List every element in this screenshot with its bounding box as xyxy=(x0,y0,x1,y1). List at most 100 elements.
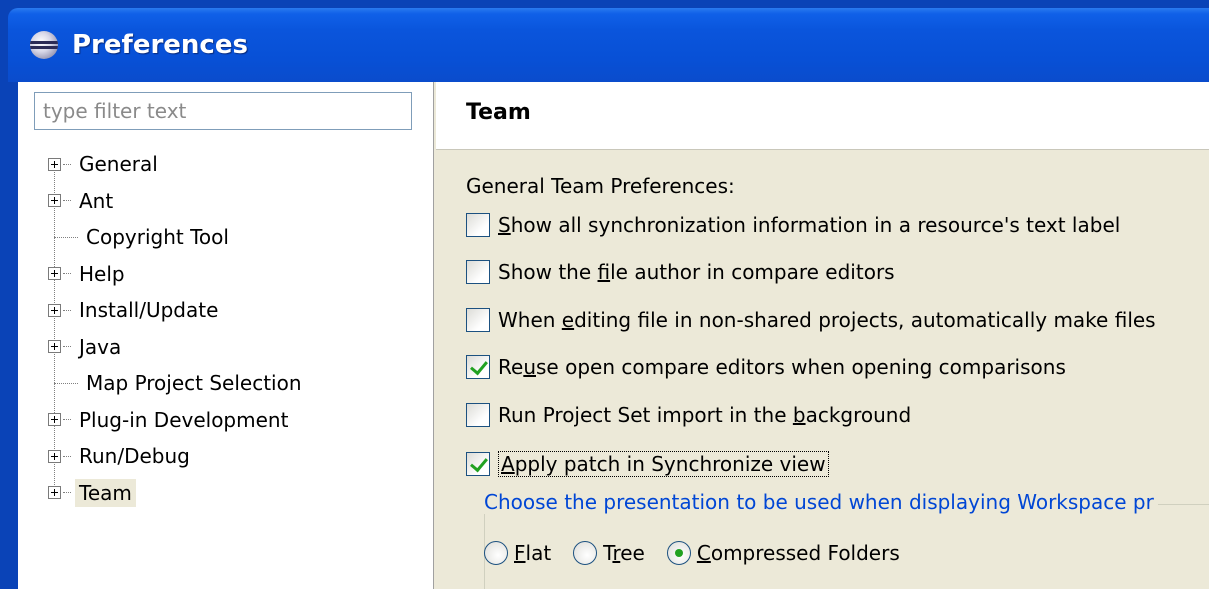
expand-plus-icon[interactable] xyxy=(48,449,61,463)
radio-label-part: C xyxy=(696,541,711,565)
tree-item-label: Install/Update xyxy=(79,298,219,323)
option-label-part: how all synchronization information in a… xyxy=(510,213,1121,237)
tree-item-label: Map Project Selection xyxy=(86,371,302,396)
expand-plus-icon[interactable] xyxy=(48,194,61,208)
tree-connector xyxy=(54,382,78,384)
radio-label: Compressed Folders xyxy=(697,541,900,565)
presentation-group-legend: Choose the presentation to be used when … xyxy=(480,490,1158,514)
page-title: Team xyxy=(466,100,531,125)
tree-connector xyxy=(63,163,71,165)
preference-tree: General Ant Copyright Tool Help Install/Upda… xyxy=(48,146,428,511)
expand-plus-icon[interactable] xyxy=(48,413,61,427)
tree-item-label: Run/Debug xyxy=(79,444,190,469)
title-bar[interactable]: Preferences xyxy=(8,8,1209,82)
window-title: Preferences xyxy=(72,30,248,60)
preference-tree-panel: General Ant Copyright Tool Help Install/Upda… xyxy=(18,82,434,589)
expand-plus-icon[interactable] xyxy=(48,486,61,500)
section-label: General Team Preferences: xyxy=(466,174,735,198)
tree-item-label: Copyright Tool xyxy=(86,225,229,250)
option-checkbox-row[interactable]: When editing file in non-shared projects… xyxy=(466,305,1156,335)
radio-label-part: F xyxy=(514,541,526,565)
preference-page: Team General Team Preferences: Show all … xyxy=(436,82,1209,589)
option-label-part: S xyxy=(498,213,511,237)
option-label-part: When xyxy=(498,308,562,332)
tree-item[interactable]: Help xyxy=(48,256,428,293)
page-header: Team xyxy=(436,82,1209,150)
expand-plus-icon[interactable] xyxy=(48,303,61,317)
tree-item[interactable]: Java xyxy=(48,329,428,366)
dialog-client-area: General Ant Copyright Tool Help Install/Upda… xyxy=(18,82,1209,589)
tree-item-label: Java xyxy=(79,334,122,359)
presentation-radio[interactable]: Flat xyxy=(484,541,551,565)
option-label: Apply patch in Synchronize view xyxy=(498,451,829,477)
tree-item[interactable]: Install/Update xyxy=(48,292,428,329)
expand-plus-icon[interactable] xyxy=(48,340,61,354)
option-label-part: pply patch in Synchronize view xyxy=(514,452,826,476)
radio-selected[interactable] xyxy=(666,541,691,565)
radio-label-part: ompressed Folders xyxy=(710,541,900,565)
option-label-part: f xyxy=(597,260,611,284)
option-label: Show all synchronization information in … xyxy=(498,213,1120,237)
tree-item-label: Help xyxy=(79,261,125,286)
radio-label-part: ee xyxy=(620,541,645,565)
tree-item[interactable]: Run/Debug xyxy=(48,438,428,475)
tree-item-label: Plug-in Development xyxy=(79,407,289,432)
tree-item-label: General xyxy=(79,152,158,177)
radio-unselected[interactable] xyxy=(484,541,508,565)
tree-item[interactable]: Ant xyxy=(48,183,428,220)
tree-item[interactable]: Map Project Selection xyxy=(48,365,428,402)
tree-connector xyxy=(63,200,71,202)
option-checkbox-row[interactable]: Apply patch in Synchronize view xyxy=(466,449,829,479)
option-label-part: u xyxy=(523,355,536,379)
tree-connector xyxy=(63,309,71,311)
radio-unselected[interactable] xyxy=(573,541,598,565)
option-checkbox-row[interactable]: Show the file author in compare editors xyxy=(466,257,895,287)
tree-connector xyxy=(63,492,71,494)
option-label-part: Re xyxy=(498,355,524,379)
checkbox-unchecked[interactable] xyxy=(466,308,490,332)
option-label: Run Project Set import in the background xyxy=(498,403,911,427)
option-checkbox-row[interactable]: Show all synchronization information in … xyxy=(466,210,1120,240)
option-label: Reuse open compare editors when opening … xyxy=(498,355,1066,379)
option-label-part: Run Project Set import in the xyxy=(498,403,793,427)
presentation-radio[interactable]: Compressed Folders xyxy=(666,541,900,565)
radio-label: Flat xyxy=(514,541,551,565)
tree-connector xyxy=(63,273,71,275)
checkbox-checked[interactable] xyxy=(466,355,490,379)
option-label-part: A xyxy=(501,452,515,476)
option-label-part: ile author in compare editors xyxy=(610,260,895,284)
tree-item-label: Ant xyxy=(79,188,114,213)
checkbox-unchecked[interactable] xyxy=(466,403,490,427)
tree-connector xyxy=(63,455,71,457)
expand-plus-icon[interactable] xyxy=(48,267,61,281)
option-label-part: se open compare editors when opening com… xyxy=(536,355,1066,379)
tree-item[interactable]: Copyright Tool xyxy=(48,219,428,256)
tree-item[interactable]: Plug-in Development xyxy=(48,402,428,439)
checkbox-unchecked[interactable] xyxy=(466,260,490,284)
tree-connector xyxy=(63,346,71,348)
radio-label-part: lat xyxy=(525,541,552,565)
option-label: Show the file author in compare editors xyxy=(498,260,895,284)
filter-input[interactable] xyxy=(34,92,412,130)
expand-plus-icon[interactable] xyxy=(48,157,61,171)
presentation-radio[interactable]: Tree xyxy=(573,541,645,565)
option-label-part: e xyxy=(561,308,575,332)
checkbox-checked[interactable] xyxy=(466,452,490,476)
preferences-window: Preferences General Ant Copyright Tool Help… xyxy=(0,0,1209,589)
option-label-part: ackground xyxy=(805,403,912,427)
option-checkbox-row[interactable]: Reuse open compare editors when opening … xyxy=(466,352,1066,382)
tree-connector xyxy=(54,236,78,238)
option-label-part: diting file in non-shared projects, auto… xyxy=(574,308,1156,332)
tree-connector xyxy=(63,419,71,421)
radio-label: Tree xyxy=(603,541,645,565)
eclipse-icon xyxy=(30,31,58,59)
tree-item[interactable]: Team xyxy=(48,475,428,512)
tree-item-label: Team xyxy=(75,478,136,507)
presentation-radio-row: Flat Tree Compressed Folders xyxy=(484,537,922,569)
option-checkbox-row[interactable]: Run Project Set import in the background xyxy=(466,400,911,430)
option-label-part: Show the xyxy=(498,260,598,284)
checkbox-unchecked[interactable] xyxy=(466,213,490,237)
option-label: When editing file in non-shared projects… xyxy=(498,308,1156,332)
tree-item[interactable]: General xyxy=(48,146,428,183)
option-label-part: b xyxy=(792,403,806,427)
